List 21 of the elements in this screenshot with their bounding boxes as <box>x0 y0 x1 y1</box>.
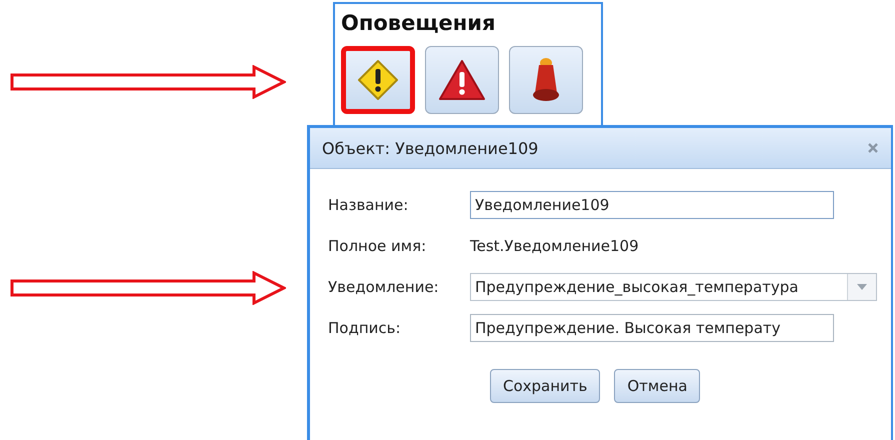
field-label: Полное имя: <box>328 237 428 255</box>
warning-icon <box>438 58 486 102</box>
dialog-title: Объект: Уведомление109 <box>322 138 538 158</box>
alert-button[interactable] <box>509 46 583 114</box>
field-value: Test.Уведомление109 <box>470 237 639 255</box>
dialog-button[interactable]: Сохранить <box>490 369 600 403</box>
arrow-icon <box>10 271 286 305</box>
dialog-button[interactable]: Отмена <box>614 369 700 403</box>
field-label: Уведомление: <box>328 278 440 296</box>
warning-icon <box>356 58 400 102</box>
siren-icon <box>531 57 561 103</box>
alert-button[interactable] <box>341 46 415 114</box>
arrow-icon <box>10 65 286 99</box>
caret-icon <box>857 284 867 290</box>
dropdown[interactable]: Предупреждение_высокая_температура <box>470 273 877 301</box>
field-label: Название: <box>328 196 410 214</box>
field-label: Подпись: <box>328 319 402 337</box>
panel-title: Оповещения <box>341 10 496 36</box>
alert-button[interactable] <box>425 46 499 114</box>
text-field[interactable]: Уведомление109 <box>470 191 834 219</box>
text-field[interactable]: Предупреждение. Высокая температу <box>470 314 834 342</box>
